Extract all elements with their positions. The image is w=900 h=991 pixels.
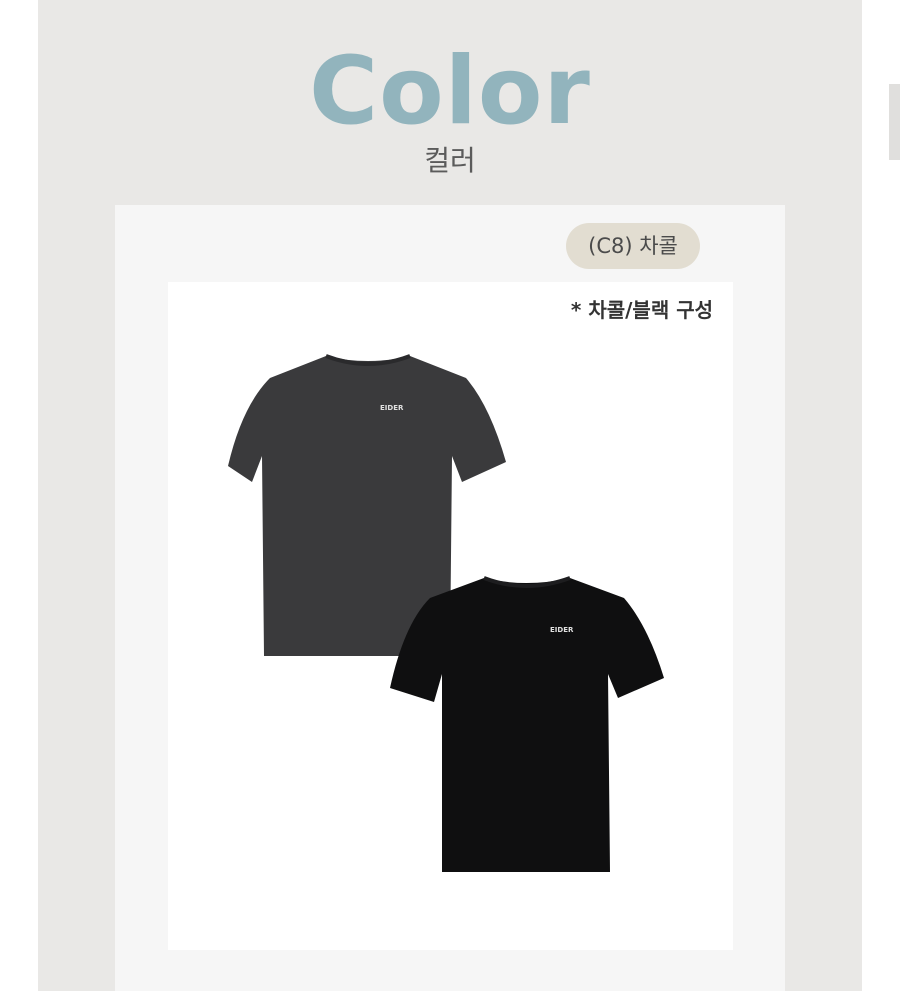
- page: Color 컬러 (C8) 차콜 * 차콜/블랙 구성 EIDER EIDER: [0, 0, 900, 991]
- black-tshirt-image: EIDER: [390, 574, 666, 876]
- color-option-badge[interactable]: (C8) 차콜: [566, 223, 700, 269]
- composition-note: * 차콜/블랙 구성: [570, 298, 713, 322]
- black-tshirt-body: [390, 578, 664, 872]
- section-title: Color: [309, 37, 591, 146]
- section-subtitle: 컬러: [424, 144, 476, 177]
- black-tshirt-logo: EIDER: [550, 626, 574, 634]
- charcoal-tshirt-logo: EIDER: [380, 404, 404, 412]
